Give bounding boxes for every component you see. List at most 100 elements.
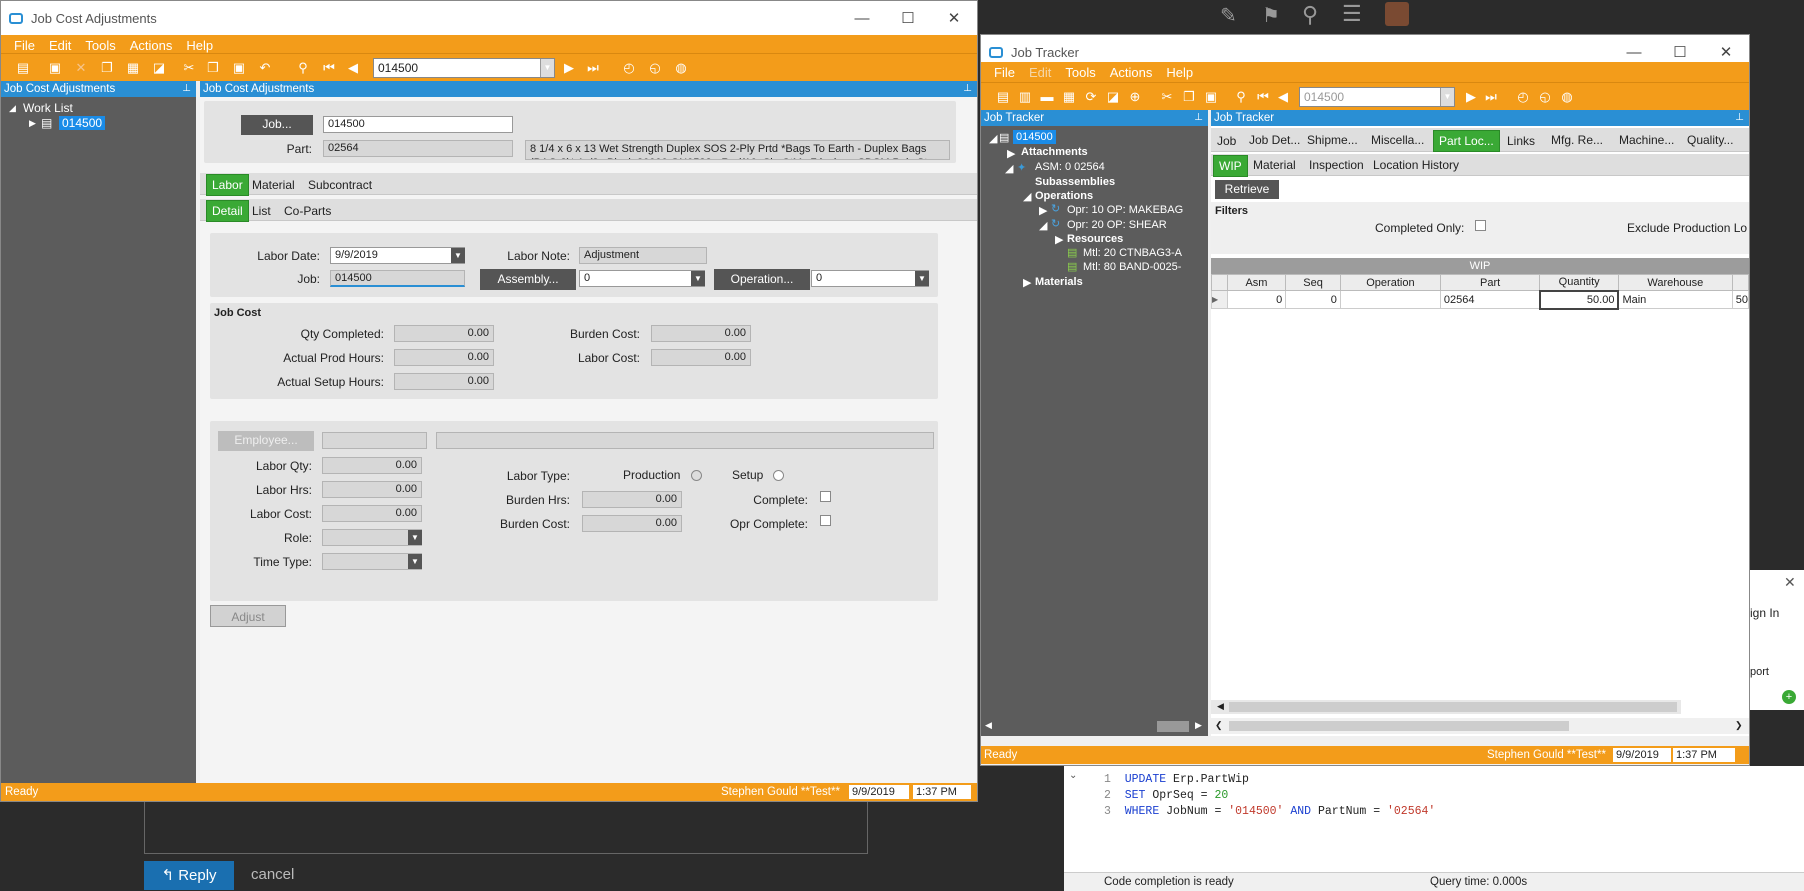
labor-hrs-field[interactable]: 0.00 xyxy=(322,481,422,498)
report-link[interactable]: port xyxy=(1750,666,1769,678)
tab-labor[interactable]: Labor xyxy=(206,174,249,196)
tab-machine[interactable]: Machine... xyxy=(1619,133,1674,147)
burden-cost-field[interactable]: 0.00 xyxy=(582,515,682,532)
open-icon[interactable]: ▥ xyxy=(1017,89,1033,105)
flag-icon[interactable]: ⚑ xyxy=(1262,3,1280,28)
col-extra[interactable] xyxy=(1731,274,1750,291)
paste-icon[interactable]: ▣ xyxy=(231,60,247,76)
new-icon[interactable]: ▤ xyxy=(15,60,31,76)
role-select[interactable] xyxy=(322,529,422,546)
menu-edit[interactable]: Edit xyxy=(49,38,71,53)
menu-tools[interactable]: Tools xyxy=(85,38,115,53)
tab-job[interactable]: Job xyxy=(1217,134,1236,148)
production-radio[interactable] xyxy=(691,470,702,481)
tree-resources[interactable]: Resources xyxy=(1067,233,1123,245)
tree-mtl20[interactable]: Mtl: 20 CTNBAG3-A xyxy=(1083,247,1182,259)
back-icon[interactable]: ◴ xyxy=(1515,89,1531,105)
tree-expand-icon[interactable]: ▶ xyxy=(1023,276,1031,289)
add-icon[interactable]: ⊕ xyxy=(1127,89,1143,105)
tab-co-parts[interactable]: Co-Parts xyxy=(284,204,331,218)
home-icon[interactable]: ◍ xyxy=(673,60,689,76)
scroll-thumb[interactable] xyxy=(1229,721,1569,731)
scroll-left-icon[interactable]: ◀ xyxy=(985,720,992,731)
maximize-button[interactable]: ☐ xyxy=(885,1,931,35)
next-icon[interactable]: ▶ xyxy=(1463,89,1479,105)
undo-icon[interactable]: ↶ xyxy=(257,60,273,76)
eraser-icon[interactable]: ◪ xyxy=(151,60,167,76)
first-icon[interactable]: ⏮ xyxy=(1255,89,1271,105)
tree-operations[interactable]: Operations xyxy=(1035,190,1093,202)
close-button[interactable]: ✕ xyxy=(931,1,977,35)
employee-button[interactable]: Employee... xyxy=(218,431,314,451)
scroll-left-icon[interactable]: ❮ xyxy=(1215,720,1223,731)
tree-expand-icon[interactable]: ▶ xyxy=(1039,204,1047,217)
home-icon[interactable]: ◍ xyxy=(1559,89,1575,105)
cancel-link[interactable]: cancel xyxy=(251,866,294,883)
work-list-label[interactable]: Work List xyxy=(23,101,73,115)
cell-extra[interactable]: 50 xyxy=(1731,290,1750,309)
complete-checkbox[interactable] xyxy=(820,491,831,502)
labor-date-input[interactable]: 9/9/2019 xyxy=(330,247,465,264)
scroll-thumb[interactable] xyxy=(1157,721,1189,732)
menu-icon[interactable]: ☰ xyxy=(1342,1,1362,27)
note-icon[interactable]: ▬ xyxy=(1039,89,1055,105)
delete-icon[interactable]: ✕ xyxy=(73,60,89,76)
work-list-item[interactable]: 014500 xyxy=(59,116,106,130)
tree-materials[interactable]: Materials xyxy=(1035,276,1083,288)
tab-quality[interactable]: Quality... xyxy=(1687,133,1733,147)
tab-location-history[interactable]: Location History xyxy=(1373,158,1459,172)
cell-quantity[interactable]: 50.00 xyxy=(1538,289,1620,310)
assembly-button[interactable]: Assembly... xyxy=(480,269,576,290)
copy-icon[interactable]: ❐ xyxy=(99,60,115,76)
tab-wip[interactable]: WIP xyxy=(1213,155,1248,177)
last-icon[interactable]: ⏭ xyxy=(1483,89,1499,105)
cell-operation[interactable] xyxy=(1339,290,1441,309)
tab-mfg-requests[interactable]: Mfg. Re... xyxy=(1551,133,1603,147)
adjust-button[interactable]: Adjust xyxy=(210,605,286,627)
menu-help[interactable]: Help xyxy=(186,38,213,53)
cell-warehouse[interactable]: Main xyxy=(1617,290,1733,309)
new-icon[interactable]: ▤ xyxy=(995,89,1011,105)
eraser-icon[interactable]: ◪ xyxy=(1105,89,1121,105)
tab-subcontract[interactable]: Subcontract xyxy=(308,178,372,192)
tree-op20[interactable]: Opr: 20 OP: SHEAR xyxy=(1067,219,1167,231)
tree-expand-icon[interactable]: ▶ xyxy=(1055,233,1063,246)
cut-icon[interactable]: ✂ xyxy=(1159,89,1175,105)
tab-miscellaneous[interactable]: Miscella... xyxy=(1371,133,1424,147)
tree-expand-icon[interactable]: ◢ xyxy=(989,132,997,145)
reply-button[interactable]: ↰ Reply xyxy=(144,861,234,890)
tab-part-location[interactable]: Part Loc... xyxy=(1433,130,1500,152)
menu-file[interactable]: File xyxy=(994,65,1015,80)
tab-shipments[interactable]: Shipme... xyxy=(1307,133,1358,147)
tree-expand-icon[interactable]: ◢ xyxy=(1039,219,1047,232)
cut-icon[interactable]: ✂ xyxy=(181,60,197,76)
copy-icon[interactable]: ❐ xyxy=(205,60,221,76)
scroll-thumb[interactable] xyxy=(1229,702,1677,712)
refresh-icon[interactable]: ⟳ xyxy=(1083,89,1099,105)
job-button[interactable]: Job... xyxy=(241,115,313,135)
chevron-down-icon[interactable]: ▼ xyxy=(408,554,422,569)
menu-help[interactable]: Help xyxy=(1166,65,1193,80)
tab-links[interactable]: Links xyxy=(1507,134,1535,148)
prev-icon[interactable]: ◀ xyxy=(1275,89,1291,105)
minimize-button[interactable]: — xyxy=(839,1,885,35)
labor-cost-field[interactable]: 0.00 xyxy=(322,505,422,522)
operation-button[interactable]: Operation... xyxy=(714,269,810,290)
print-icon[interactable]: ▦ xyxy=(1061,89,1077,105)
avatar[interactable] xyxy=(1385,2,1409,26)
tab-material[interactable]: Material xyxy=(1253,158,1296,172)
tree-subassemblies[interactable]: Subassemblies xyxy=(1035,176,1115,188)
table-row[interactable]: ▶ 0 0 02564 50.00 Main 50 xyxy=(1211,289,1750,310)
add-icon[interactable]: + xyxy=(1782,690,1796,704)
opr-complete-checkbox[interactable] xyxy=(820,515,831,526)
forward-icon[interactable]: ◵ xyxy=(647,60,663,76)
col-quantity[interactable]: Quantity xyxy=(1539,274,1619,291)
tree-hscrollbar[interactable]: ◀ ▶ xyxy=(981,719,1208,734)
binoculars-icon[interactable]: ⚲ xyxy=(295,60,311,76)
cell-part[interactable]: 02564 xyxy=(1439,290,1541,309)
pane-hscrollbar[interactable]: ❮ ❯ xyxy=(1211,718,1749,734)
tree-expand-icon[interactable]: ◢ xyxy=(1023,190,1031,203)
col-seq[interactable]: Seq xyxy=(1285,274,1341,291)
menu-actions[interactable]: Actions xyxy=(130,38,173,53)
first-icon[interactable]: ⏮ xyxy=(321,60,337,76)
